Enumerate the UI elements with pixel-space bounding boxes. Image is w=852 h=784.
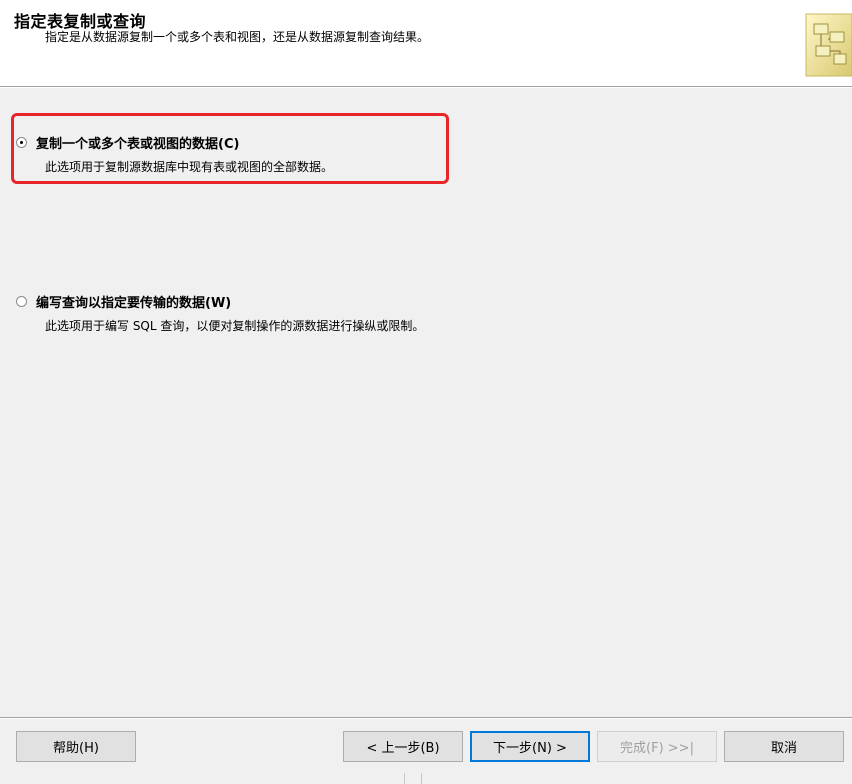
footer-divider bbox=[0, 717, 852, 719]
page-subtitle: 指定是从数据源复制一个或多个表和视图，还是从数据源复制查询结果。 bbox=[45, 30, 430, 44]
strip-divider bbox=[421, 773, 422, 784]
bottom-strip bbox=[0, 767, 852, 784]
copy-tables-description: 此选项用于复制源数据库中现有表或视图的全部数据。 bbox=[45, 160, 334, 174]
wizard-header: 指定表复制或查询 指定是从数据源复制一个或多个表和视图，还是从数据源复制查询结果… bbox=[0, 0, 852, 86]
header-divider bbox=[0, 86, 852, 88]
strip-divider bbox=[404, 773, 405, 784]
cancel-button[interactable]: 取消 bbox=[724, 731, 844, 762]
write-query-label[interactable]: 编写查询以指定要传输的数据(W) bbox=[36, 292, 231, 311]
write-query-description: 此选项用于编写 SQL 查询，以便对复制操作的源数据进行操纵或限制。 bbox=[45, 319, 425, 333]
option-copy-tables[interactable]: 复制一个或多个表或视图的数据(C) 此选项用于复制源数据库中现有表或视图的全部数… bbox=[16, 133, 333, 174]
wizard-table-icon bbox=[804, 12, 852, 78]
copy-tables-radio[interactable] bbox=[16, 137, 27, 148]
finish-button: 完成(F) >>| bbox=[597, 731, 717, 762]
next-button[interactable]: 下一步(N) > bbox=[470, 731, 590, 762]
back-button[interactable]: < 上一步(B) bbox=[343, 731, 463, 762]
help-button[interactable]: 帮助(H) bbox=[16, 731, 136, 762]
write-query-radio[interactable] bbox=[16, 296, 27, 307]
copy-tables-label[interactable]: 复制一个或多个表或视图的数据(C) bbox=[36, 133, 239, 152]
option-write-query[interactable]: 编写查询以指定要传输的数据(W) 此选项用于编写 SQL 查询，以便对复制操作的… bbox=[16, 292, 424, 333]
